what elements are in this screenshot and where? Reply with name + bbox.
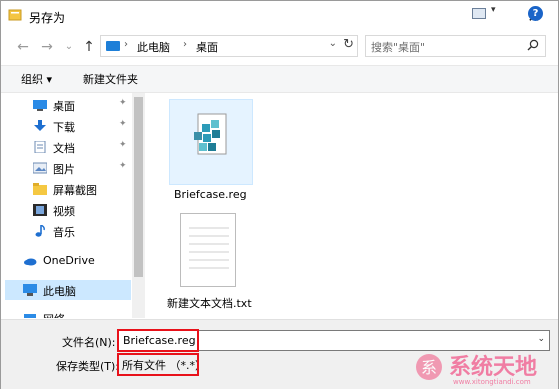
sidebar-item-pictures[interactable]: 图片 ✦ bbox=[19, 158, 131, 178]
this-pc-icon bbox=[106, 41, 120, 51]
download-icon bbox=[34, 120, 46, 131]
file-item-new-text-document[interactable] bbox=[180, 213, 236, 287]
file-item-briefcase-reg[interactable] bbox=[169, 99, 253, 185]
document-icon bbox=[34, 141, 46, 153]
save-dialog-icon bbox=[8, 9, 22, 21]
network-icon bbox=[24, 314, 36, 318]
sidebar-item-label: OneDrive bbox=[43, 254, 95, 267]
sidebar-item-videos[interactable]: 视频 bbox=[19, 200, 131, 220]
pin-icon: ✦ bbox=[119, 140, 127, 150]
svg-text:www.xitongtiandi.com: www.xitongtiandi.com bbox=[453, 378, 531, 386]
site-watermark-logo: 系 系统天地 www.xitongtiandi.com bbox=[416, 354, 537, 386]
sidebar-item-label: 下载 bbox=[53, 121, 75, 134]
folder-icon bbox=[33, 183, 47, 195]
sidebar-item-label: 音乐 bbox=[53, 226, 75, 239]
organize-button[interactable]: 组织 ▾ bbox=[21, 71, 52, 87]
filetype-label: 保存类型(T): bbox=[56, 360, 120, 373]
sidebar-item-documents[interactable]: 文档 ✦ bbox=[19, 137, 131, 157]
sidebar-item-label: 此电脑 bbox=[43, 285, 76, 298]
sidebar-item-desktop[interactable]: 桌面 ✦ bbox=[19, 95, 131, 115]
this-pc-icon bbox=[23, 284, 37, 296]
registry-file-icon bbox=[194, 113, 227, 155]
sidebar-item-label: 图片 bbox=[53, 163, 75, 176]
file-name-label: 新建文本文档.txt bbox=[167, 297, 252, 310]
address-bar[interactable]: › 此电脑 › 桌面 ⌄ ↻ bbox=[100, 35, 358, 57]
search-box[interactable]: 搜索"桌面" bbox=[365, 35, 546, 57]
music-icon bbox=[35, 225, 45, 237]
navigation-pane: 桌面 ✦ 下载 ✦ 文档 ✦ 图片 ✦ 屏幕截图 视频 音乐 OneDrive … bbox=[1, 93, 145, 318]
file-name-label: Briefcase.reg bbox=[174, 188, 247, 201]
window-title: 另存为 bbox=[29, 11, 66, 25]
pin-icon: ✦ bbox=[119, 98, 127, 108]
sidebar-item-downloads[interactable]: 下载 ✦ bbox=[19, 116, 131, 136]
highlight-box-filename bbox=[117, 329, 199, 352]
search-input[interactable]: 搜索"桌面" bbox=[371, 39, 425, 55]
sidebar-item-music[interactable]: 音乐 bbox=[19, 221, 131, 241]
svg-text:系: 系 bbox=[421, 358, 437, 377]
refresh-icon[interactable]: ↻ bbox=[343, 37, 354, 52]
text-file-icon bbox=[189, 227, 229, 269]
new-folder-button[interactable]: 新建文件夹 bbox=[83, 71, 138, 87]
sidebar-item-screenshots[interactable]: 屏幕截图 bbox=[19, 179, 131, 199]
svg-text:系统天地: 系统天地 bbox=[449, 354, 537, 380]
sidebar-item-label: 桌面 bbox=[53, 100, 75, 113]
view-dropdown-icon[interactable]: ▾ bbox=[491, 5, 496, 15]
video-icon bbox=[33, 204, 47, 216]
breadcrumb-separator: › bbox=[183, 39, 187, 50]
desktop-icon bbox=[33, 100, 47, 111]
picture-icon bbox=[33, 162, 47, 174]
sidebar-item-label: 视频 bbox=[53, 205, 75, 218]
sidebar-item-label: 文档 bbox=[53, 142, 75, 155]
sidebar-item-network[interactable]: 网络 bbox=[5, 308, 131, 318]
pin-icon: ✦ bbox=[119, 161, 127, 171]
up-button[interactable]: ↑ bbox=[81, 39, 97, 55]
scrollbar-thumb[interactable] bbox=[134, 97, 143, 277]
sidebar-item-label: 网络 bbox=[43, 311, 65, 318]
sidebar-item-this-pc[interactable]: 此电脑 bbox=[5, 280, 131, 300]
recent-locations-button[interactable]: ⌄ bbox=[61, 39, 77, 55]
help-button[interactable]: ? bbox=[528, 6, 543, 21]
address-dropdown-icon[interactable]: ⌄ bbox=[329, 38, 337, 49]
command-bar: 组织 ▾ 新建文件夹 bbox=[1, 65, 558, 93]
view-options-icon[interactable] bbox=[472, 8, 486, 19]
sidebar-item-onedrive[interactable]: OneDrive bbox=[5, 251, 131, 271]
filename-dropdown-icon[interactable]: ⌄ bbox=[537, 334, 545, 344]
breadcrumb-desktop[interactable]: 桌面 bbox=[196, 39, 218, 55]
save-as-dialog: 另存为 ✕ ← → ⌄ ↑ › 此电脑 › 桌面 ⌄ ↻ 搜索"桌面" 组织 ▾… bbox=[0, 0, 559, 389]
back-button[interactable]: ← bbox=[15, 39, 31, 55]
breadcrumb-this-pc[interactable]: 此电脑 bbox=[137, 39, 170, 55]
filename-label: 文件名(N): bbox=[62, 336, 116, 349]
breadcrumb-separator: › bbox=[124, 39, 128, 50]
onedrive-icon bbox=[24, 258, 37, 266]
highlight-box-filetype bbox=[117, 353, 199, 376]
search-icon[interactable] bbox=[527, 39, 539, 51]
forward-button[interactable]: → bbox=[39, 39, 55, 55]
sidebar-item-label: 屏幕截图 bbox=[53, 184, 97, 197]
pin-icon: ✦ bbox=[119, 119, 127, 129]
